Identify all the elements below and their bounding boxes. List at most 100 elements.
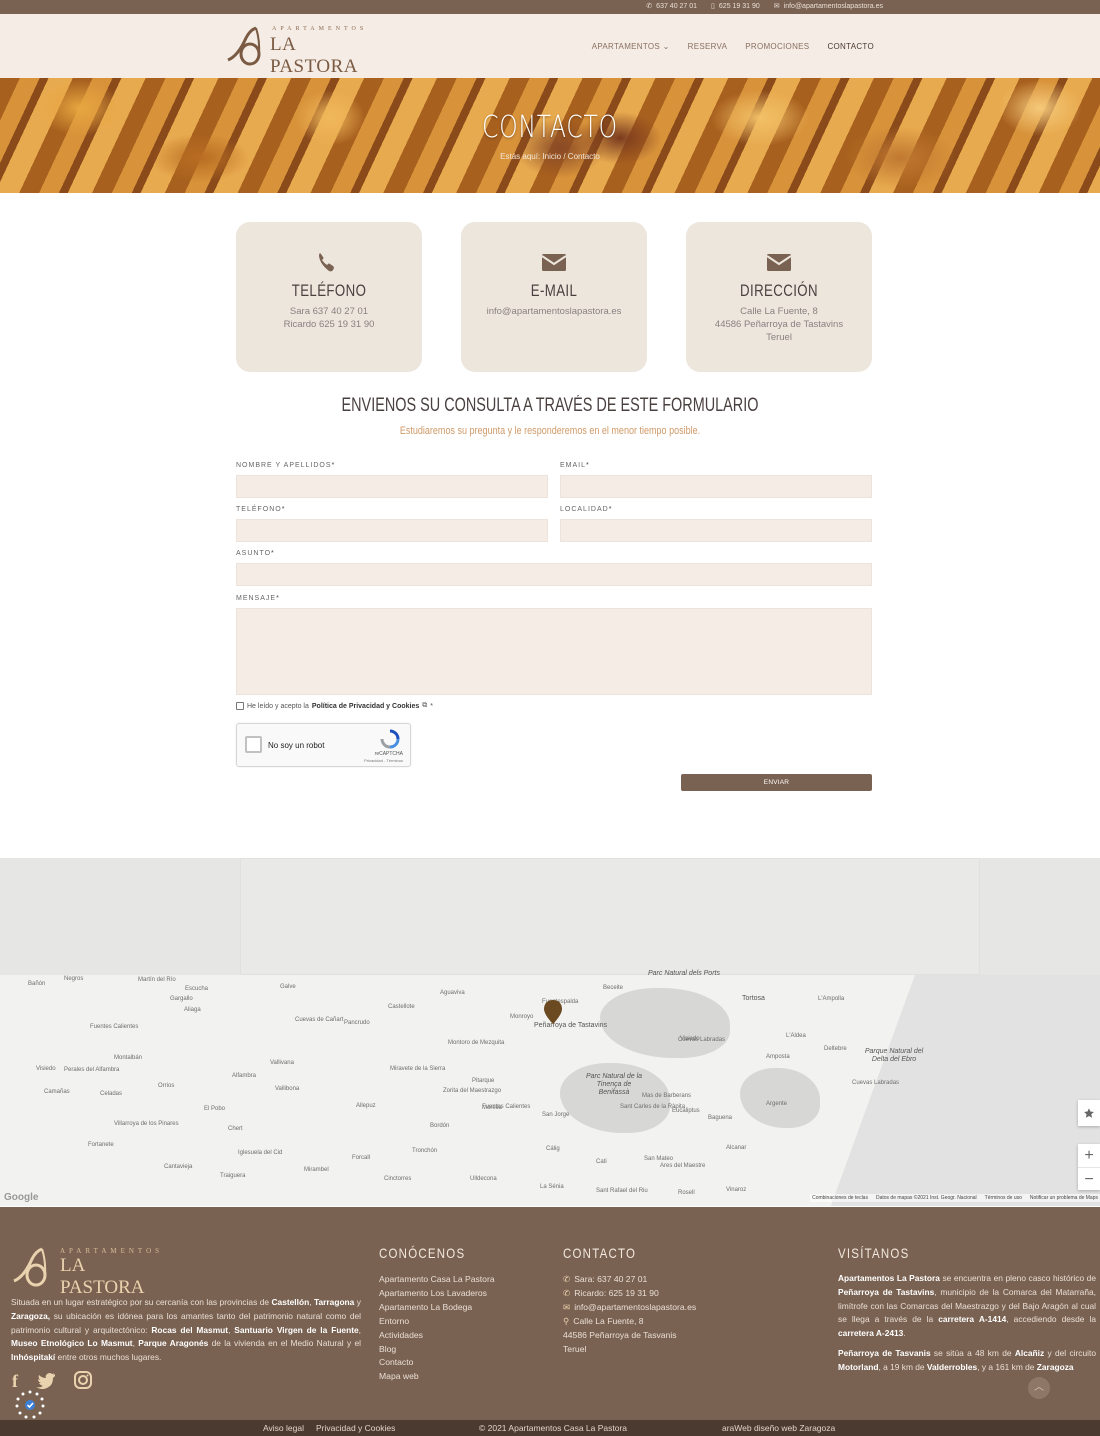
map-town: Montalbán xyxy=(114,1055,143,1061)
map-town: Cuevas Labradas xyxy=(852,1080,900,1086)
email-field[interactable] xyxy=(560,475,872,498)
google-logo[interactable]: Google xyxy=(4,1192,38,1203)
footer-link[interactable]: Blog xyxy=(379,1343,495,1357)
footer-address: Teruel xyxy=(563,1343,587,1354)
map-town: San Jorge xyxy=(542,1112,570,1118)
footer-contacto-info: ✆ Sara: 637 40 27 01 ✆ Ricardo: 625 19 31 … xyxy=(563,1273,696,1356)
email-label: EMAIL* xyxy=(560,462,590,469)
map-data-text: Datos de mapas ©2021 Inst. Geogr. Nacion… xyxy=(875,1195,977,1201)
instagram-icon[interactable] xyxy=(74,1371,92,1389)
breadcrumb-home[interactable]: Estás aquí: Inicio xyxy=(500,152,561,161)
map-town: Alcanar xyxy=(726,1145,747,1151)
message-textarea[interactable] xyxy=(236,608,872,695)
envelope-icon xyxy=(766,254,792,271)
footer-address: ⚲ Calle La Fuente, 8 xyxy=(563,1315,644,1326)
card-line[interactable]: info@apartamentoslapastora.es xyxy=(461,306,647,317)
bottom-bar: Aviso legal Privacidad y Cookies © 2021 … xyxy=(0,1420,1100,1436)
phone-label: TELÉFONO* xyxy=(236,506,286,513)
nav-item-contacto[interactable]: CONTACTO xyxy=(827,42,874,51)
nav-item-apartamentos[interactable]: APARTAMENTOS ⌄ xyxy=(592,42,670,51)
map-town: Aliaga xyxy=(184,1007,201,1013)
card-line[interactable]: Ricardo 625 19 31 90 xyxy=(236,319,422,330)
back-to-top-button[interactable]: ︿ xyxy=(1028,1377,1050,1399)
map-loading-tiles xyxy=(240,858,980,975)
map-town: Perales del Alfambra xyxy=(64,1067,120,1073)
card-title: TELÉFONO xyxy=(291,281,367,300)
twitter-icon[interactable] xyxy=(36,1371,56,1389)
nav-item-reserva[interactable]: RESERVA xyxy=(688,42,728,51)
footer-contacto-title: CONTACTO xyxy=(563,1245,637,1261)
map-park-label: Parc Natural dels Ports xyxy=(648,970,720,977)
name-field[interactable] xyxy=(236,475,548,498)
site-footer: APARTAMENTOS LA PASTORA Situada en un lu… xyxy=(0,1207,1100,1420)
map-town: Visiedo xyxy=(36,1066,56,1072)
subject-field[interactable] xyxy=(236,563,872,586)
map-town: Argente xyxy=(766,1101,788,1107)
map-town: Bañón xyxy=(28,981,46,987)
send-button[interactable]: ENVIAR xyxy=(681,774,872,791)
recaptcha-widget: No soy un robot reCAPTCHA Privacidad - T… xyxy=(236,723,411,767)
credit-link[interactable]: araWeb diseño web Zaragoza xyxy=(722,1423,835,1433)
map-town: Ulldecona xyxy=(470,1176,497,1182)
terms-link[interactable]: Términos de uso xyxy=(985,1195,1022,1201)
map-town: Cuevas Labradas xyxy=(678,1037,726,1043)
footer-link[interactable]: Entorno xyxy=(379,1315,495,1329)
map-town: L'Aldea xyxy=(786,1033,806,1039)
map-town: Fuentes Calientes xyxy=(90,1024,139,1030)
footer-link[interactable]: Actividades xyxy=(379,1329,495,1343)
footer-email[interactable]: ✉ info@apartamentoslapastora.es xyxy=(563,1301,696,1315)
topbar-phone-2[interactable]: ▯ 625 19 31 90 xyxy=(711,2,760,10)
map-marker-icon[interactable] xyxy=(544,1000,562,1024)
phone-icon: ✆ xyxy=(563,1287,571,1298)
card-line: 44586 Peñarroya de Tastavins xyxy=(714,319,844,330)
legal-notice-link[interactable]: Aviso legal xyxy=(263,1423,304,1433)
privacy-policy-link[interactable]: Política de Privacidad y Cookies xyxy=(312,703,419,710)
footer-link[interactable]: Apartamento Casa La Pastora xyxy=(379,1273,495,1287)
footer-link[interactable]: Mapa web xyxy=(379,1370,495,1384)
envelope-icon: ✉ xyxy=(773,3,780,10)
card-line: Calle La Fuente, 8 xyxy=(740,306,818,317)
map-town: Camañas xyxy=(44,1089,70,1095)
name-label: NOMBRE Y APELLIDOS* xyxy=(236,462,336,469)
map-town: Escucha xyxy=(185,986,209,992)
map-town: Cálig xyxy=(546,1146,560,1152)
site-logo[interactable]: APARTAMENTOS LA PASTORA xyxy=(226,24,376,77)
topbar-phone-1[interactable]: ✆ 637 40 27 01 xyxy=(646,2,697,10)
locality-field[interactable] xyxy=(560,519,872,542)
top-contact-bar: ✆ 637 40 27 01 ▯ 625 19 31 90 ✉ info@aparta… xyxy=(0,0,1100,14)
breadcrumb-current: Contacto xyxy=(567,152,600,161)
nav-item-promociones[interactable]: PROMOCIONES xyxy=(745,42,809,51)
recaptcha-checkbox[interactable] xyxy=(245,736,262,753)
street-view-pegman-icon[interactable]: 🟊 xyxy=(1078,1100,1100,1126)
map-town: Amposta xyxy=(766,1054,790,1060)
phone-field[interactable] xyxy=(236,519,548,542)
footer-link[interactable]: Apartamento La Bodega xyxy=(379,1301,495,1315)
map-town: El Pobo xyxy=(204,1106,226,1112)
privacy-checkbox[interactable] xyxy=(236,702,244,710)
keyboard-shortcuts-link[interactable]: Combinaciones de teclas xyxy=(812,1195,868,1201)
footer-phone-ricardo[interactable]: ✆ Ricardo: 625 19 31 90 xyxy=(563,1287,696,1301)
map-town: Baguena xyxy=(708,1115,733,1121)
zoom-in-button[interactable]: + xyxy=(1078,1144,1100,1167)
recaptcha-brand: reCAPTCHA xyxy=(374,751,403,757)
topbar-email[interactable]: ✉ info@apartamentoslapastora.es xyxy=(774,2,883,10)
footer-logo-title: LA PASTORA xyxy=(60,1255,145,1298)
card-line[interactable]: Sara 637 40 27 01 xyxy=(236,306,422,317)
certification-badge-icon xyxy=(15,1390,45,1419)
footer-conocenos-links: Apartamento Casa La Pastora Apartamento … xyxy=(379,1273,495,1384)
footer-logo[interactable]: APARTAMENTOS LA PASTORA xyxy=(12,1245,172,1298)
privacy-cookies-link[interactable]: Privacidad y Cookies xyxy=(316,1423,395,1433)
footer-visitanos-text: Apartamentos La Pastora se encuentra en … xyxy=(838,1273,1097,1372)
zoom-out-button[interactable]: − xyxy=(1078,1167,1100,1190)
map-town: Tronchón xyxy=(412,1148,438,1154)
map-town: Cinctorres xyxy=(384,1176,412,1182)
footer-link[interactable]: Apartamento Los Lavaderos xyxy=(379,1287,495,1301)
message-label: MENSAJE* xyxy=(236,595,280,602)
zoom-controls: + − xyxy=(1078,1144,1100,1190)
footer-phone-sara[interactable]: ✆ Sara: 637 40 27 01 xyxy=(563,1273,696,1287)
recaptcha-terms[interactable]: Privacidad - Términos xyxy=(364,758,403,763)
map-town: Orrios xyxy=(158,1083,175,1089)
footer-link[interactable]: Contacto xyxy=(379,1356,495,1370)
google-map[interactable]: Bañón Negros Martín del Río Escucha Garg… xyxy=(0,858,1100,1206)
report-problem-link[interactable]: Notificar un problema de Maps xyxy=(1030,1195,1098,1201)
